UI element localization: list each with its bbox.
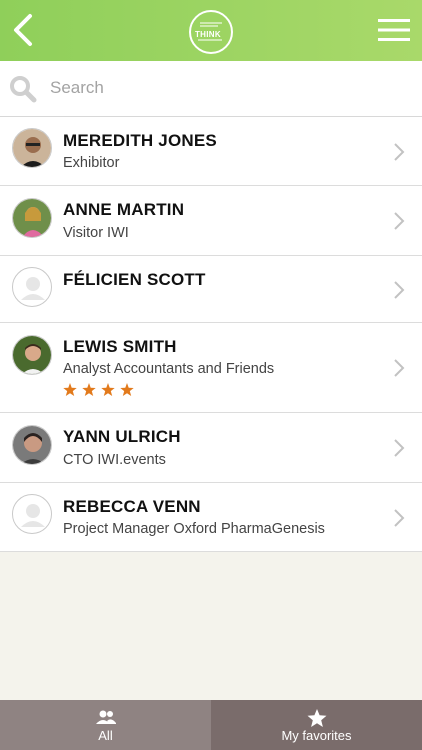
user-placeholder-icon [21, 277, 45, 300]
chevron-right-icon [394, 281, 405, 299]
star-icon [82, 383, 96, 396]
avatar [12, 335, 52, 375]
contact-subtitle: CTO IWI.events [63, 452, 166, 468]
search-bar [0, 61, 422, 117]
star-icon [307, 709, 326, 727]
bottom-tab-bar: All My favorites [0, 700, 422, 750]
contact-subtitle: Exhibitor [63, 155, 120, 171]
star-icon [120, 383, 134, 396]
chevron-right-icon [394, 212, 405, 230]
hamburger-menu-icon[interactable] [378, 18, 410, 42]
app-logo: THINK [188, 9, 234, 55]
contact-row-rebecca-venn[interactable]: REBECCA VENN Project Manager Oxford Phar… [0, 483, 422, 552]
contact-row-meredith-jones[interactable]: MEREDITH JONES Exhibitor [0, 117, 422, 186]
contact-list: MEREDITH JONES Exhibitor ANNE MARTIN Vis… [0, 117, 422, 552]
back-chevron-icon[interactable] [10, 12, 38, 48]
tab-favorites-label: My favorites [281, 728, 352, 743]
contact-subtitle: Analyst Accountants and Friends [63, 361, 275, 377]
avatar [12, 128, 52, 168]
search-input[interactable] [50, 75, 400, 101]
contact-name: REBECCA VENN [63, 497, 201, 516]
contact-subtitle: Project Manager Oxford PharmaGenesis [63, 521, 325, 537]
contact-name: MEREDITH JONES [63, 131, 217, 150]
people-icon [95, 710, 116, 724]
contact-row-yann-ulrich[interactable]: YANN ULRICH CTO IWI.events [0, 413, 422, 483]
tab-all[interactable]: All [0, 700, 211, 750]
search-icon [10, 76, 37, 103]
avatar [12, 494, 52, 534]
contact-subtitle: Visitor IWI [63, 225, 129, 241]
avatar [12, 198, 52, 238]
chevron-right-icon [394, 143, 405, 161]
avatar [12, 267, 52, 307]
chevron-right-icon [394, 359, 405, 377]
avatar-photo-icon [13, 199, 51, 237]
user-placeholder-icon [21, 504, 45, 527]
avatar-photo-icon [13, 426, 51, 464]
avatar-photo-icon [13, 129, 51, 167]
contact-row-anne-martin[interactable]: ANNE MARTIN Visitor IWI [0, 186, 422, 256]
contact-name: ANNE MARTIN [63, 200, 185, 219]
tab-all-label: All [98, 728, 113, 743]
contact-row-lewis-smith[interactable]: LEWIS SMITH Analyst Accountants and Frie… [0, 323, 422, 413]
star-icon [63, 383, 77, 396]
star-icon [101, 383, 115, 396]
top-app-bar: THINK [0, 0, 422, 61]
rating-stars [63, 383, 139, 397]
tab-my-favorites[interactable]: My favorites [211, 700, 422, 750]
chevron-right-icon [394, 509, 405, 527]
logo-text: THINK [195, 30, 221, 39]
contact-name: LEWIS SMITH [63, 337, 177, 356]
avatar-photo-icon [13, 336, 51, 374]
contact-row-felicien-scott[interactable]: FÉLICIEN SCOTT [0, 256, 422, 323]
chevron-right-icon [394, 439, 405, 457]
contact-name: YANN ULRICH [63, 427, 181, 446]
avatar [12, 425, 52, 465]
contact-name: FÉLICIEN SCOTT [63, 270, 206, 289]
